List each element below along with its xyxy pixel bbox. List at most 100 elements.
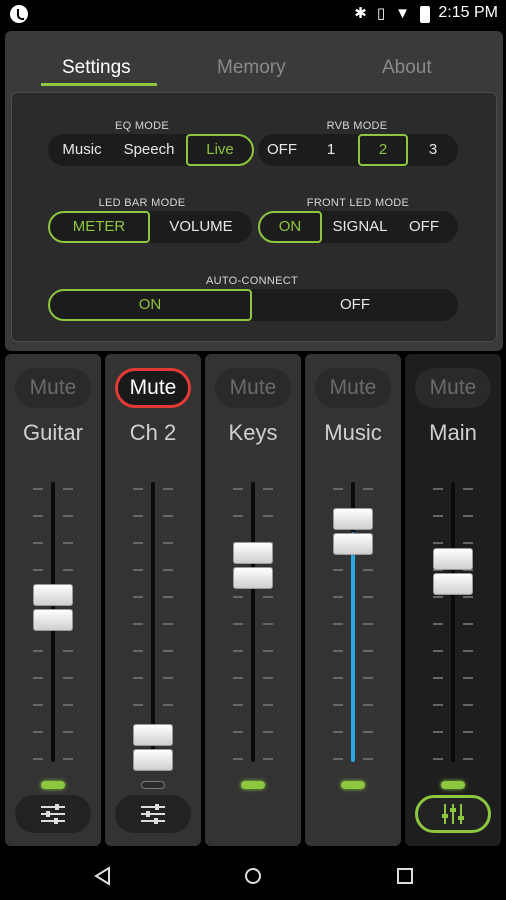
mute-button[interactable]: Mute [215, 368, 291, 408]
scale-tick [163, 623, 173, 625]
channel-settings-button[interactable] [15, 795, 91, 833]
scale-tick [363, 677, 373, 679]
scale-tick [263, 515, 273, 517]
scale-tick [433, 623, 443, 625]
mixer-sliders-button[interactable] [415, 795, 491, 833]
signal-led [141, 781, 165, 789]
fader-track[interactable] [151, 482, 155, 762]
eq-option-music[interactable]: Music [50, 134, 114, 166]
recents-icon[interactable] [393, 864, 417, 888]
scale-tick [363, 731, 373, 733]
music-note-icon [10, 5, 28, 23]
eq-option-live[interactable]: Live [186, 134, 254, 166]
scale-tick [463, 731, 473, 733]
scale-tick [233, 650, 243, 652]
scale-tick [233, 515, 243, 517]
scale-tick [33, 704, 43, 706]
scale-tick [233, 677, 243, 679]
scale-tick [163, 650, 173, 652]
front-led-option-signal[interactable]: SIGNAL [324, 211, 396, 243]
fader-track[interactable] [451, 482, 455, 762]
scale-tick [63, 704, 73, 706]
home-icon[interactable] [241, 864, 265, 888]
scale-tick [133, 704, 143, 706]
scale-tick [133, 488, 143, 490]
scale-tick [33, 515, 43, 517]
auto-connect-option-off[interactable]: OFF [252, 289, 458, 321]
fader-knob[interactable] [133, 724, 173, 774]
scale-tick [33, 758, 43, 760]
scale-tick [263, 488, 273, 490]
scale-tick [63, 677, 73, 679]
back-icon[interactable] [91, 864, 115, 888]
auto-connect-option-on[interactable]: ON [48, 289, 252, 321]
led-bar-option-volume[interactable]: VOLUME [150, 211, 252, 243]
scale-tick [33, 731, 43, 733]
scale-tick [163, 596, 173, 598]
scale-tick [433, 488, 443, 490]
settings-content: EQ MODE Music Speech Live RVB MODE OFF 1… [11, 92, 497, 342]
scale-tick [433, 515, 443, 517]
tab-memory[interactable]: Memory [217, 57, 286, 79]
eq-mode-label: EQ MODE [114, 120, 170, 132]
rvb-option-1[interactable]: 1 [308, 134, 354, 166]
channel-strip-music: Mute Music [305, 354, 401, 846]
channel-settings-button[interactable] [115, 795, 191, 833]
scale-tick [63, 758, 73, 760]
channel-name: Ch 2 [129, 420, 177, 445]
led-bar-mode-label: LED BAR MODE [98, 197, 186, 209]
scale-tick [463, 542, 473, 544]
tab-settings[interactable]: Settings [62, 57, 131, 79]
tab-about[interactable]: About [382, 57, 432, 79]
mute-button[interactable]: Mute [415, 368, 491, 408]
led-bar-mode-selector: METER VOLUME [48, 211, 252, 243]
led-bar-option-meter[interactable]: METER [48, 211, 150, 243]
fader-knob[interactable] [433, 547, 473, 598]
scale-tick [333, 758, 343, 760]
eq-option-speech[interactable]: Speech [114, 134, 184, 166]
scale-tick [463, 515, 473, 517]
fader-knob[interactable] [33, 584, 73, 634]
horizontal-sliders-icon [141, 804, 165, 824]
scale-tick [33, 677, 43, 679]
scale-tick [463, 488, 473, 490]
scale-tick [63, 488, 73, 490]
rvb-option-2[interactable]: 2 [358, 134, 408, 166]
scale-tick [263, 596, 273, 598]
mute-button[interactable]: Mute [315, 368, 391, 408]
mute-button[interactable]: Mute [15, 368, 91, 408]
fader-knob[interactable] [233, 542, 273, 592]
channel-strip-ch2: Mute Ch 2 [105, 354, 201, 846]
rvb-option-off[interactable]: OFF [260, 134, 304, 166]
scale-tick [333, 596, 343, 598]
channel-name: Guitar [23, 420, 83, 445]
channel-strip-guitar: Mute Guitar [5, 354, 101, 846]
settings-panel: Settings Memory About EQ MODE Music Spee… [5, 31, 503, 351]
front-led-option-on[interactable]: ON [258, 211, 322, 243]
scale-tick [363, 650, 373, 652]
active-tab-indicator [41, 83, 157, 86]
mute-button[interactable]: Mute [115, 368, 191, 408]
scale-tick [33, 488, 43, 490]
rvb-option-3[interactable]: 3 [410, 134, 456, 166]
channel-strip-main: Mute Main [405, 354, 501, 846]
scale-tick [163, 677, 173, 679]
scale-tick [463, 677, 473, 679]
scale-tick [163, 488, 173, 490]
signal-led [241, 781, 265, 789]
scale-tick [133, 623, 143, 625]
scale-tick [333, 569, 343, 571]
scale-tick [433, 542, 443, 544]
vertical-sliders-icon [442, 804, 464, 824]
status-icons: ✱ ▯ ▼ [354, 5, 430, 23]
rvb-mode-selector: OFF 1 2 3 [258, 134, 458, 166]
fader-knob[interactable] [333, 508, 373, 558]
scale-tick [333, 731, 343, 733]
fader-track[interactable] [251, 482, 255, 762]
front-led-option-off[interactable]: OFF [398, 211, 450, 243]
scale-tick [133, 569, 143, 571]
scale-tick [433, 731, 443, 733]
scale-tick [333, 650, 343, 652]
signal-led [41, 781, 65, 789]
scale-tick [433, 650, 443, 652]
